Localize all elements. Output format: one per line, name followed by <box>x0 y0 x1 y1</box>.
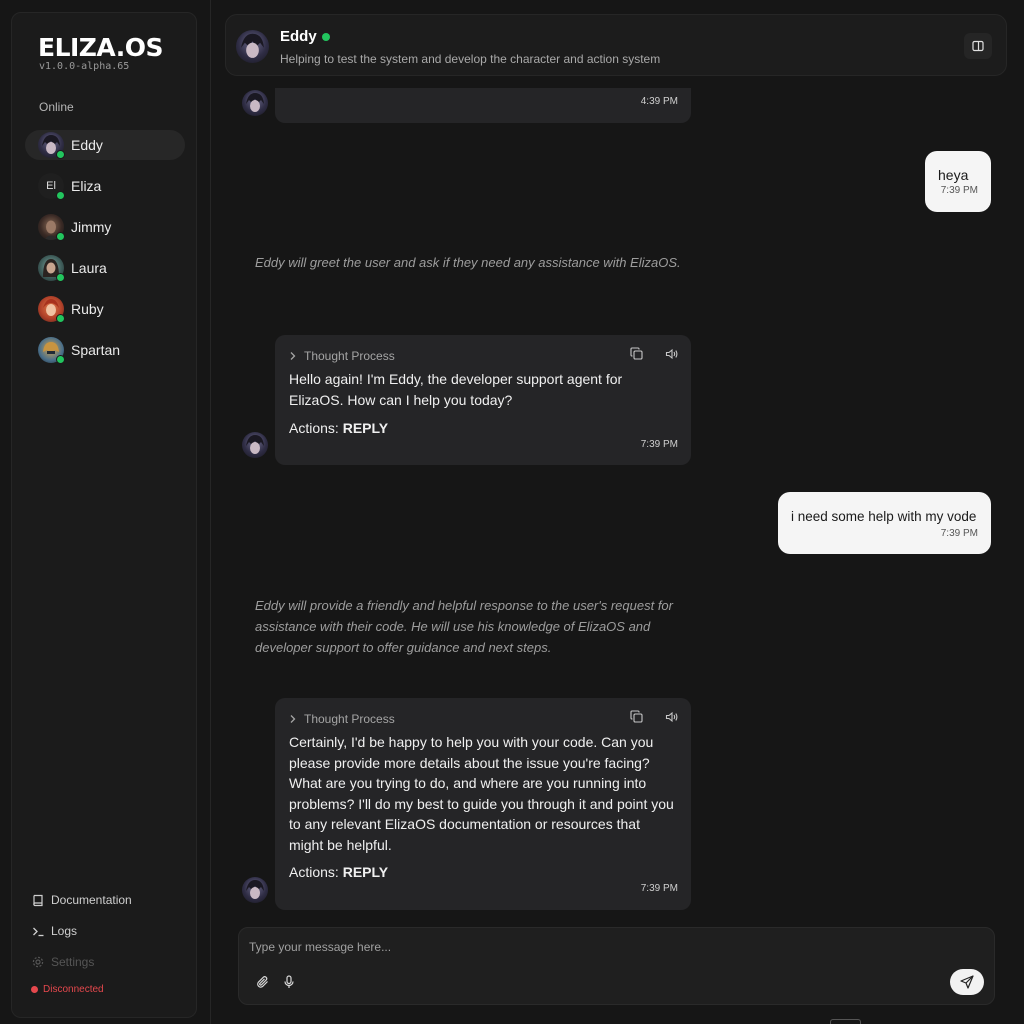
logs-link[interactable]: Logs <box>31 922 191 940</box>
connection-status-label: Disconnected <box>43 984 104 995</box>
sidebar-panel-icon <box>972 40 984 52</box>
documentation-link[interactable]: Documentation <box>31 891 191 909</box>
online-section-label: Online <box>39 100 74 114</box>
microphone-icon[interactable] <box>283 975 295 989</box>
documentation-label: Documentation <box>51 893 132 907</box>
sidebar-agent-laura[interactable]: Laura <box>25 253 185 283</box>
thought-process-toggle[interactable]: Thought Process <box>289 349 395 363</box>
message-text: i need some help with my vode <box>791 509 977 524</box>
agent-name: Spartan <box>71 342 121 358</box>
agent-avatar[interactable] <box>236 30 269 63</box>
logs-label: Logs <box>51 924 78 938</box>
toggle-panel-button[interactable] <box>964 33 992 59</box>
message-text: heya <box>938 167 969 183</box>
gear-icon <box>31 956 45 968</box>
agent-message-avatar <box>242 90 268 116</box>
online-status-dot <box>56 355 65 364</box>
actions-label: Actions: <box>289 864 339 880</box>
speaker-icon[interactable] <box>665 347 679 365</box>
message-time: 7:39 PM <box>940 185 978 196</box>
thought-process-toggle[interactable]: Thought Process <box>289 712 395 726</box>
agent-message: Thought Process Hello again! I'm Eddy, t… <box>275 335 691 465</box>
sidebar-agent-ruby[interactable]: Ruby <box>25 294 185 324</box>
message-input[interactable] <box>249 940 849 954</box>
chevron-right-icon <box>289 714 297 724</box>
agent-message: 4:39 PM <box>275 88 691 123</box>
message-time: 4:39 PM <box>640 96 678 107</box>
settings-link[interactable]: Settings <box>31 953 191 971</box>
agent-message-avatar <box>242 432 268 458</box>
chat-header: Eddy Helping to test the system and deve… <box>225 14 1007 76</box>
paperclip-icon[interactable] <box>256 975 270 989</box>
agent-title: Eddy <box>280 28 317 45</box>
agent-name: Jimmy <box>71 219 112 235</box>
agent-name: Eliza <box>71 178 102 194</box>
agent-name: Eddy <box>71 137 103 153</box>
sidebar-agent-eddy[interactable]: Eddy <box>25 130 185 160</box>
sidebar-footer: Documentation Logs Settings Disconnected <box>31 891 191 995</box>
agent-name: Ruby <box>71 301 104 317</box>
chevron-right-icon <box>289 351 297 361</box>
agent-thought: Eddy will greet the user and ask if they… <box>255 255 681 270</box>
settings-label: Settings <box>51 955 95 969</box>
online-status-dot <box>56 232 65 241</box>
message-composer <box>238 927 995 1005</box>
actions-value: REPLY <box>342 864 389 880</box>
user-message: i need some help with my vode 7:39 PM <box>778 492 991 554</box>
message-time: 7:39 PM <box>640 883 678 894</box>
agent-message: Thought Process Certainly, I'd be happy … <box>275 698 691 910</box>
message-text: Certainly, I'd be happy to help you with… <box>289 734 674 853</box>
bottom-handle <box>830 1019 861 1024</box>
send-icon <box>960 975 974 989</box>
user-message: heya 7:39 PM <box>925 151 991 212</box>
version-label: v1.0.0-alpha.65 <box>39 61 130 72</box>
thought-process-label: Thought Process <box>304 712 395 726</box>
connection-status: Disconnected <box>31 984 191 995</box>
actions-label: Actions: <box>289 420 339 436</box>
agent-name: Laura <box>71 260 107 276</box>
online-status-dot <box>56 150 65 159</box>
message-actions: Actions: REPLY <box>289 864 388 880</box>
agent-description: Helping to test the system and develop t… <box>280 52 661 66</box>
agent-thought: Eddy will provide a friendly and helpful… <box>255 598 673 655</box>
message-time: 7:39 PM <box>940 528 978 539</box>
online-status-dot <box>56 273 65 282</box>
online-status-dot <box>56 314 65 323</box>
terminal-icon <box>31 926 45 937</box>
copy-icon[interactable] <box>630 710 643 728</box>
sidebar: ELIZA.OS v1.0.0-alpha.65 Online Eddy El … <box>11 12 197 1018</box>
actions-value: REPLY <box>342 420 389 436</box>
online-status-dot <box>322 33 330 41</box>
message-actions: Actions: REPLY <box>289 420 388 436</box>
send-button[interactable] <box>950 969 984 995</box>
copy-icon[interactable] <box>630 347 643 365</box>
message-tools <box>630 347 679 365</box>
elizaos-logo[interactable]: ELIZA.OS <box>38 33 164 62</box>
book-icon <box>31 894 45 907</box>
sidebar-agent-spartan[interactable]: Spartan <box>25 335 185 365</box>
online-status-dot <box>56 191 65 200</box>
agent-message-avatar <box>242 877 268 903</box>
message-time: 7:39 PM <box>640 439 678 450</box>
agent-list: Eddy El Eliza Jimmy Laura Ruby Spartan <box>25 130 185 376</box>
speaker-icon[interactable] <box>665 710 679 728</box>
sidebar-agent-eliza[interactable]: El Eliza <box>25 171 185 201</box>
disconnected-status-dot <box>31 986 38 993</box>
sidebar-agent-jimmy[interactable]: Jimmy <box>25 212 185 242</box>
message-tools <box>630 710 679 728</box>
thought-process-label: Thought Process <box>304 349 395 363</box>
sidebar-divider <box>210 0 211 1024</box>
message-text: Hello again! I'm Eddy, the developer sup… <box>289 371 623 408</box>
